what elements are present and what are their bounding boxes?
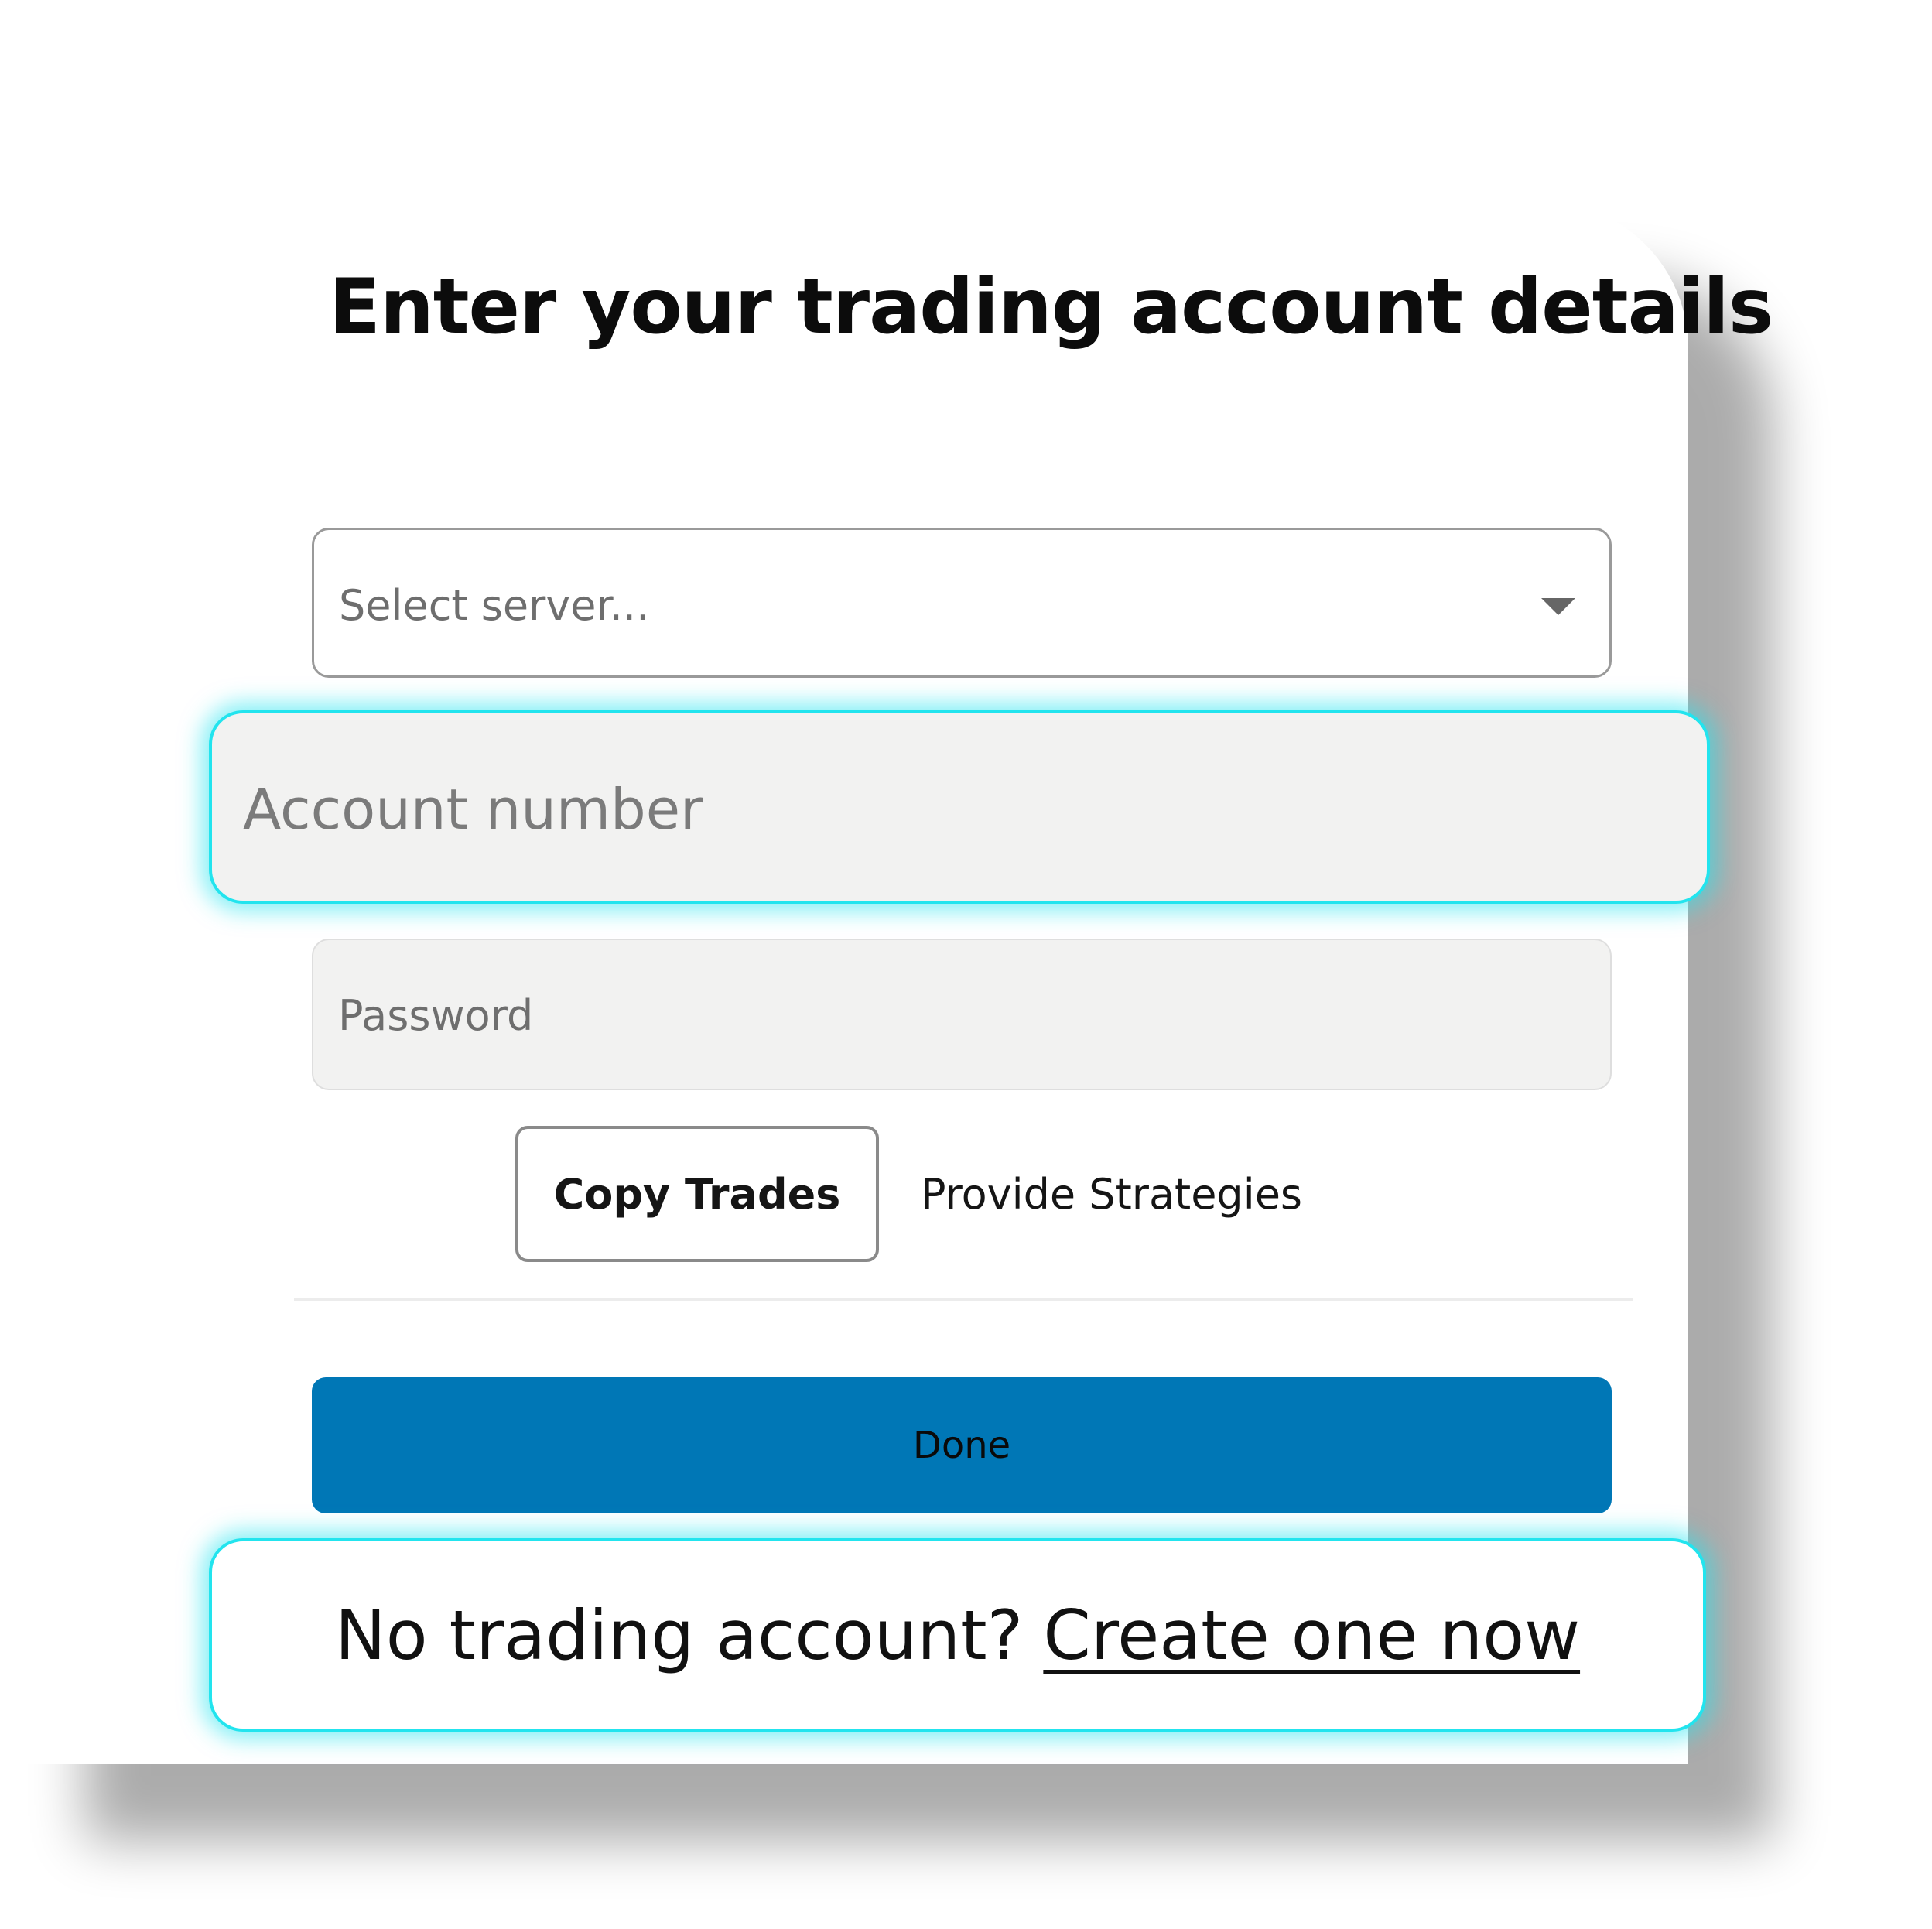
tab-provide-strategies[interactable]: Provide Strategies <box>921 1126 1302 1262</box>
password-placeholder: Password <box>338 991 534 1040</box>
server-select-placeholder: Select server... <box>339 581 650 630</box>
create-account-prompt: No trading account? Create one now <box>209 1538 1706 1732</box>
tab-copy-trades[interactable]: Copy Trades <box>515 1126 879 1262</box>
divider <box>294 1298 1633 1301</box>
page-title: Enter your trading account details <box>329 263 1773 351</box>
account-number-placeholder: Account number <box>243 777 703 842</box>
done-button[interactable]: Done <box>312 1377 1612 1513</box>
server-select[interactable]: Select server... <box>312 528 1612 678</box>
account-number-input[interactable]: Account number <box>209 710 1710 904</box>
create-account-link[interactable]: Create one now <box>1043 1596 1580 1675</box>
no-account-text: No trading account? <box>334 1595 1024 1675</box>
chevron-down-icon[interactable] <box>1541 598 1575 615</box>
password-input[interactable]: Password <box>312 939 1612 1090</box>
